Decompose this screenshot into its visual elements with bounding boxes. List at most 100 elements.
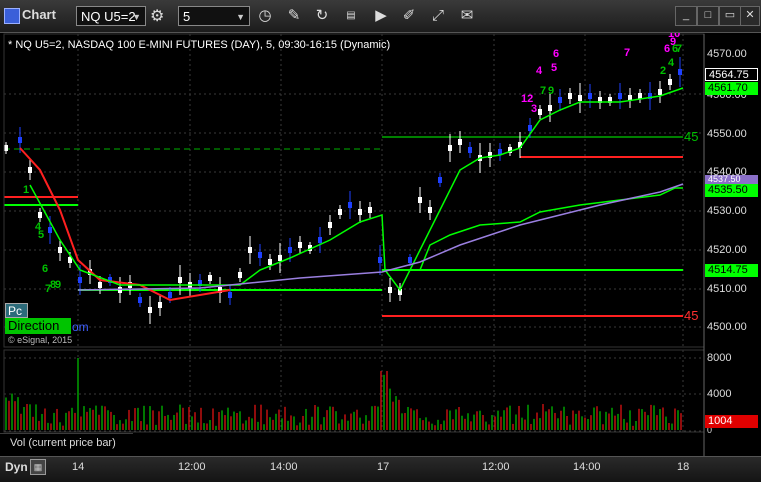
settings-gear-icon[interactable]: ⚙ <box>150 6 172 28</box>
interval-value: 5 <box>183 9 191 24</box>
price-bar-body <box>448 145 452 151</box>
dyn-settings-icon[interactable]: ▦ <box>30 459 46 475</box>
price-bar-body <box>668 79 672 85</box>
time-label: 14:00 <box>573 461 601 473</box>
count-label: 5 <box>551 62 557 74</box>
price-bar-body <box>468 147 472 153</box>
price-label: 4570.00 <box>707 48 747 60</box>
title-bar: Chart NQ U5=2 ▼ ⚙ 5 ▼ ◷ ✎ ↻ ▤ ▶ ✐ ⤢ ✉ _ … <box>0 0 761 33</box>
volume-scale-label: 4000 <box>707 388 732 400</box>
price-bar-body <box>58 247 62 253</box>
price-bar-body <box>28 167 32 173</box>
price-bar-body <box>528 125 532 131</box>
price-label: 4550.00 <box>707 128 747 140</box>
level-label-green: 45 <box>684 129 699 144</box>
direction-suffix: om <box>72 320 89 334</box>
price-bar-body <box>538 109 542 115</box>
indicator-lines <box>19 87 684 302</box>
price-bar-body <box>588 93 592 99</box>
chevron-down-icon[interactable]: ▼ <box>236 7 245 27</box>
price-panel-border <box>3 33 705 348</box>
chart-grid <box>4 34 704 432</box>
price-bar-body <box>338 209 342 215</box>
price-label: 4510.00 <box>707 283 747 295</box>
count-label: 7 <box>676 43 682 55</box>
price-bar-body <box>548 105 552 111</box>
price-bar-body <box>168 292 172 298</box>
edit-icon[interactable]: ✐ <box>398 5 420 27</box>
ma-price-tag: 4561.70 <box>705 82 758 95</box>
time-label: 17 <box>377 461 390 473</box>
last-price-tag: 4564.75 <box>705 68 758 81</box>
price-bar-body <box>458 139 462 145</box>
price-bar-body <box>78 277 82 283</box>
price-bar-body <box>408 257 412 263</box>
price-bar-body <box>328 222 332 228</box>
price-bar-body <box>438 177 442 183</box>
count-label: 12 <box>521 93 533 105</box>
count-label: 4 <box>536 65 543 77</box>
direction-button[interactable]: Direction <box>5 318 71 334</box>
pencil-icon[interactable]: ✎ <box>283 5 305 27</box>
count-label: 4 <box>668 57 675 69</box>
close-icon[interactable]: ✕ <box>740 6 760 26</box>
count-label: 7 <box>624 47 630 59</box>
price-label: 4500.00 <box>707 321 747 333</box>
price-bar-body <box>358 209 362 215</box>
price-bar-body <box>268 259 272 265</box>
volume-label: Vol (current price bar) <box>10 437 116 449</box>
chart-status-line: * NQ U5=2, NASDAQ 100 E-MINI FUTURES (DA… <box>8 39 391 51</box>
play-icon[interactable]: ▶ <box>370 5 392 27</box>
price-bar-body <box>208 275 212 281</box>
price-bar-body <box>238 272 242 278</box>
price-bar-body <box>228 292 232 298</box>
count-labels: 10967654312145678967427 9 <box>23 33 682 295</box>
copyright-text: © eSignal, 2015 <box>8 335 73 345</box>
price-bar-body <box>368 207 372 213</box>
clock-icon[interactable]: ◷ <box>254 5 276 27</box>
symbol-value: NQ U5=2 <box>81 9 136 24</box>
level-label-red: 45 <box>684 308 699 323</box>
time-label: 14:00 <box>270 461 298 473</box>
link-icon[interactable]: ⤢ <box>427 5 449 27</box>
interval-combo[interactable]: 5 ▼ <box>178 6 250 26</box>
price-chart[interactable]: 10967654312145678967427 9 <box>0 33 761 481</box>
price-bar-body <box>678 69 682 75</box>
study-icon[interactable]: ▤ <box>340 5 362 27</box>
chevron-down-icon[interactable]: ▼ <box>132 7 141 27</box>
level-price-tag: 4514.75 <box>705 264 758 277</box>
price-bar-body <box>38 212 42 218</box>
price-bar-body <box>578 95 582 101</box>
price-bar-body <box>418 197 422 203</box>
price-bar-body <box>178 277 182 283</box>
price-bar-body <box>158 302 162 308</box>
price-bar-body <box>98 282 102 288</box>
time-label: 12:00 <box>482 461 510 473</box>
price-bar-body <box>248 247 252 253</box>
dyn-label[interactable]: Dyn <box>5 460 28 474</box>
time-label: 12:00 <box>178 461 206 473</box>
price-bar-body <box>378 257 382 263</box>
vwap-price-tag: 4537.50 <box>705 175 758 184</box>
price-bar-body <box>148 307 152 313</box>
refresh-icon[interactable]: ↻ <box>311 5 333 27</box>
time-label: 14 <box>72 461 85 473</box>
pc-button[interactable]: Pc <box>5 303 28 318</box>
chart-app-icon <box>4 8 20 24</box>
price-bar-body <box>568 93 572 99</box>
count-label: 5 <box>38 229 44 241</box>
volume-scale-label: 8000 <box>707 352 732 364</box>
time-label: 18 <box>677 461 690 473</box>
price-label: 4520.00 <box>707 244 747 256</box>
maximize-icon[interactable]: □ <box>697 6 719 26</box>
price-bar-body <box>18 137 22 143</box>
count-label: 1 <box>23 184 29 196</box>
price-bar-body <box>388 287 392 293</box>
price-bar-body <box>48 227 52 233</box>
minimize-icon[interactable]: _ <box>675 6 697 26</box>
price-bar-body <box>658 89 662 95</box>
price-bar-body <box>288 247 292 253</box>
restore-icon[interactable]: ▭ <box>719 6 741 26</box>
symbol-combo[interactable]: NQ U5=2 ▼ <box>76 6 146 26</box>
chat-icon[interactable]: ✉ <box>456 5 478 27</box>
